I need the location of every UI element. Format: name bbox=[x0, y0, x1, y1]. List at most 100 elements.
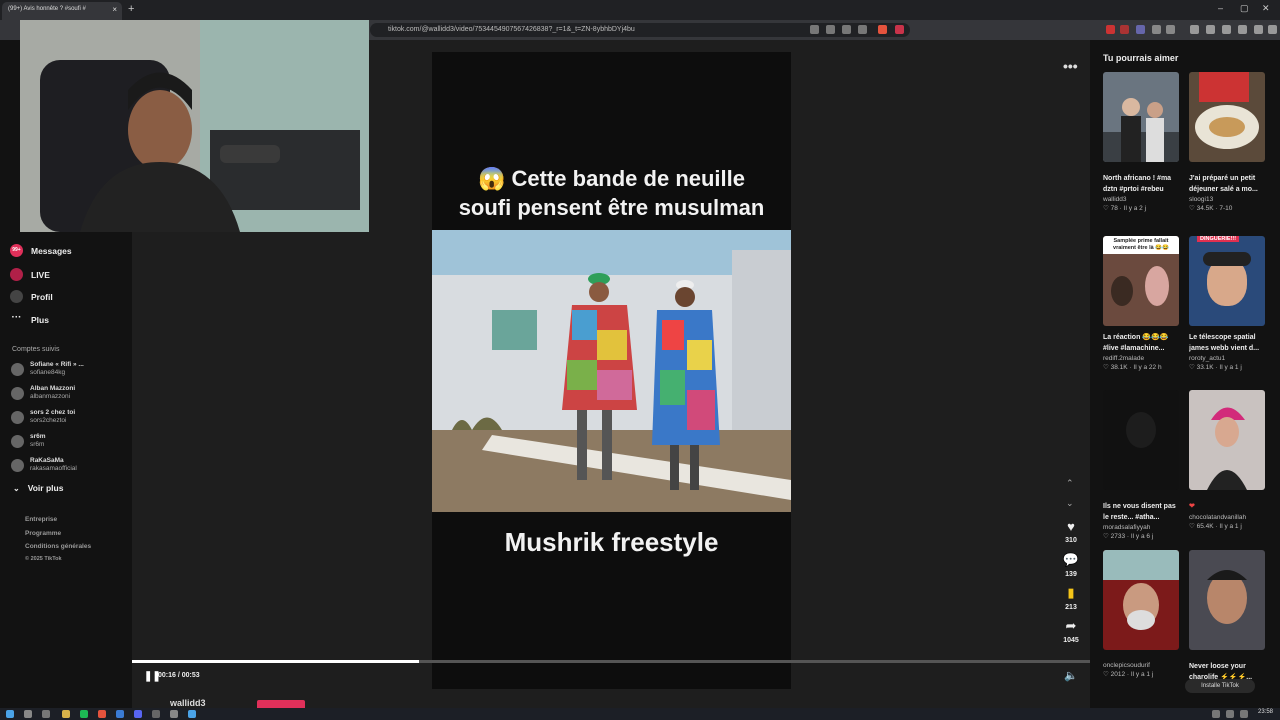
video-author: sloogi13 bbox=[1189, 196, 1214, 203]
video-author: onclepicsoudurif bbox=[1103, 662, 1150, 669]
more-options-button[interactable]: ••• bbox=[1063, 58, 1078, 74]
extension-icon[interactable] bbox=[1136, 25, 1145, 34]
bookmark-icon: ▮ bbox=[1067, 585, 1075, 600]
vpn-icon[interactable] bbox=[1254, 25, 1263, 34]
search-icon[interactable] bbox=[24, 710, 32, 718]
account-handle: rakasamaofficial bbox=[30, 465, 77, 472]
microphone-icon[interactable] bbox=[1226, 710, 1234, 718]
extension-icon[interactable] bbox=[810, 25, 819, 34]
followed-account[interactable]: Sofiane « Rifi » ... sofiane84kg bbox=[11, 361, 84, 377]
recommended-video[interactable]: Ils ne vous disent pas le reste... #atha… bbox=[1103, 390, 1179, 542]
video-thumbnail: DINGUERIE!!! bbox=[1189, 236, 1265, 326]
recommended-video[interactable]: Never loose your charolife ⚡⚡⚡... bbox=[1189, 550, 1265, 683]
brave-icon[interactable] bbox=[98, 710, 106, 718]
video-stats: ♡ 2733 · Il y a 6 j bbox=[1103, 533, 1154, 540]
follow-button[interactable] bbox=[257, 700, 305, 708]
account-name: RaKaSaMa bbox=[30, 457, 64, 464]
app-icon[interactable] bbox=[116, 710, 124, 718]
recommended-video[interactable]: J'ai préparé un petit déjeuner salé a mo… bbox=[1189, 72, 1265, 214]
translate-icon[interactable] bbox=[842, 25, 851, 34]
recommended-video[interactable]: Samplée prime fallait vraiment être là 😂… bbox=[1103, 236, 1179, 373]
avatar bbox=[11, 386, 24, 400]
tab-title: (99+) Avis honnête ? #soufi # bbox=[8, 6, 86, 12]
obs-icon[interactable] bbox=[152, 710, 160, 718]
chevron-down-icon[interactable]: ⌄ bbox=[1066, 498, 1074, 509]
share-button[interactable]: ➦ 1045 bbox=[1058, 618, 1084, 644]
app-icon[interactable] bbox=[188, 710, 196, 718]
brave-shield-icon[interactable] bbox=[878, 25, 887, 34]
chevron-down-icon: ⌄ bbox=[13, 483, 20, 493]
account-handle: sr6m bbox=[30, 441, 45, 448]
extension-icon[interactable] bbox=[826, 25, 835, 34]
account-handle: sors2cheztoi bbox=[30, 417, 67, 424]
video-stats: ♡ 65.4K · Il y a 1 j bbox=[1189, 523, 1242, 530]
nav-live[interactable]: LIVE bbox=[10, 268, 50, 281]
recommended-video[interactable]: ❤ chocolatandvanillah ♡ 65.4K · Il y a 1… bbox=[1189, 390, 1265, 532]
followed-account[interactable]: sors 2 chez toi sors2cheztoi bbox=[11, 409, 75, 425]
like-button[interactable]: ♥ 310 bbox=[1058, 519, 1084, 544]
wallet-icon[interactable] bbox=[1222, 25, 1231, 34]
video-stats: ♡ 33.1K · Il y a 1 j bbox=[1189, 364, 1242, 371]
close-window-button[interactable]: ✕ bbox=[1262, 3, 1270, 14]
comment-button[interactable]: 💬 139 bbox=[1058, 552, 1084, 578]
video-overlay-text: 😱 Cette bande de neuille soufi pensent ê… bbox=[432, 164, 791, 222]
start-icon[interactable] bbox=[6, 710, 14, 718]
menu-icon[interactable] bbox=[1268, 25, 1277, 34]
live-icon bbox=[10, 268, 23, 281]
footer-link[interactable]: Conditions générales bbox=[25, 543, 91, 550]
thumbnail-text: Samplée prime fallait vraiment être là 😂… bbox=[1103, 236, 1179, 254]
chevron-up-icon[interactable]: ⌃ bbox=[1066, 478, 1074, 489]
progress-fill bbox=[132, 660, 420, 663]
share-icon[interactable] bbox=[858, 25, 867, 34]
recommended-video[interactable]: North africano ! #ma dztn #prtoi #rebeu … bbox=[1103, 72, 1179, 214]
followed-account[interactable]: RaKaSaMa rakasamaofficial bbox=[11, 457, 77, 473]
share-count: 1045 bbox=[1063, 637, 1079, 644]
speaker-icon[interactable] bbox=[1240, 710, 1248, 718]
folder-icon[interactable] bbox=[62, 710, 70, 718]
task-view-icon[interactable] bbox=[42, 710, 50, 718]
install-tiktok-button[interactable]: Installe TikTok bbox=[1185, 679, 1255, 693]
video-caption: Ils ne vous disent pas le reste... #atha… bbox=[1103, 503, 1176, 521]
more-dots-icon: ··· bbox=[11, 312, 22, 323]
extension-icon[interactable] bbox=[1120, 25, 1129, 34]
footer-link[interactable]: Entreprise bbox=[25, 516, 57, 523]
author-name[interactable]: wallidd3 bbox=[170, 698, 206, 708]
footer-link[interactable]: Programme bbox=[25, 530, 61, 537]
app-icon[interactable] bbox=[170, 710, 178, 718]
nav-profile[interactable]: Profil bbox=[10, 290, 53, 303]
recommended-video[interactable]: onclepicsoudurif ♡ 2012 · Il y a 1 j bbox=[1103, 550, 1179, 680]
new-tab-button[interactable]: + bbox=[128, 3, 134, 15]
save-button[interactable]: ▮ 213 bbox=[1058, 585, 1084, 611]
video-scene bbox=[432, 230, 791, 512]
discord-icon[interactable] bbox=[134, 710, 142, 718]
nav-messages[interactable]: 99+ Messages bbox=[10, 244, 72, 257]
video-thumbnail bbox=[1103, 550, 1179, 650]
video-thumbnail bbox=[1103, 72, 1179, 162]
browser-tab[interactable]: (99+) Avis honnête ? #soufi # × bbox=[2, 2, 122, 20]
see-more-label: Voir plus bbox=[27, 483, 64, 493]
account-handle: albanmazzoni bbox=[30, 393, 71, 400]
video-thumbnail bbox=[1189, 72, 1265, 162]
followed-account[interactable]: Alban Mazzoni albanmazzoni bbox=[11, 385, 75, 401]
leo-icon[interactable] bbox=[1238, 25, 1247, 34]
maximize-button[interactable]: ▢ bbox=[1240, 3, 1249, 14]
volume-icon[interactable]: 🔈 bbox=[1064, 669, 1078, 682]
see-more-button[interactable]: ⌄ Voir plus bbox=[13, 483, 63, 493]
extension-icon[interactable] bbox=[1166, 25, 1175, 34]
recommended-video[interactable]: DINGUERIE!!! Le télescope spatial james … bbox=[1189, 236, 1265, 373]
puzzle-icon[interactable] bbox=[1152, 25, 1161, 34]
followed-account[interactable]: sr6m sr6m bbox=[11, 433, 46, 449]
browser-tab-bar bbox=[0, 0, 1280, 20]
spotify-icon[interactable] bbox=[80, 710, 88, 718]
minimize-button[interactable]: – bbox=[1218, 3, 1223, 13]
playback-time: 00:16 / 00:53 bbox=[158, 672, 200, 679]
close-tab-icon[interactable]: × bbox=[112, 5, 117, 14]
avatar bbox=[11, 362, 24, 376]
nav-more[interactable]: ··· Plus bbox=[10, 313, 49, 326]
sidebar-icon[interactable] bbox=[1206, 25, 1215, 34]
tray-icon[interactable] bbox=[1212, 710, 1220, 718]
warning-icon[interactable] bbox=[895, 25, 904, 34]
copyright: © 2025 TikTok bbox=[25, 556, 62, 562]
extension-icon[interactable] bbox=[1106, 25, 1115, 34]
music-icon[interactable] bbox=[1190, 25, 1199, 34]
